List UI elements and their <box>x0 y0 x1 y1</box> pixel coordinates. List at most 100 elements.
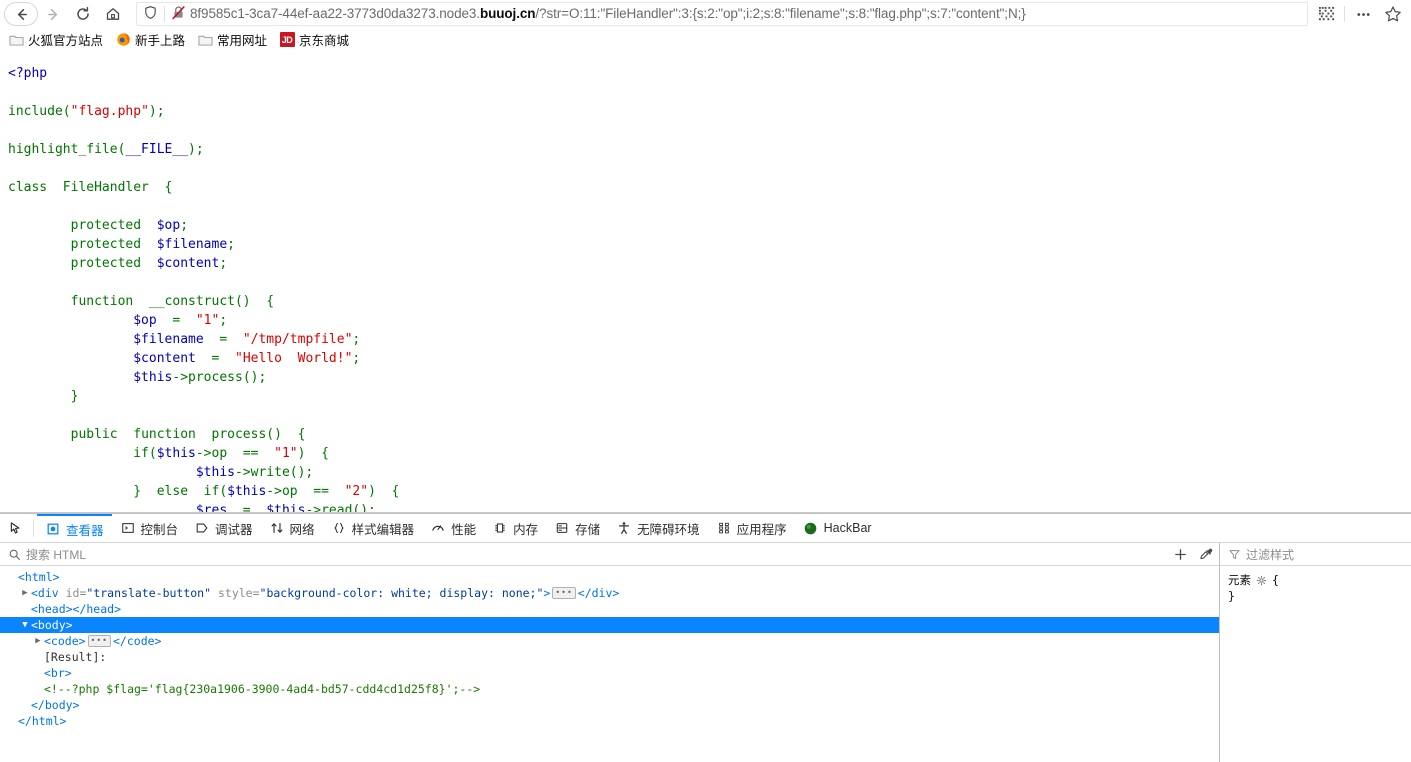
markup-tag: </body> <box>31 698 80 712</box>
address-bar-icons <box>137 5 190 23</box>
memory-icon <box>492 520 508 536</box>
code-token: __FILE__ <box>125 142 189 157</box>
search-placeholder: 搜索 HTML <box>26 547 87 562</box>
code-line: if($this->op == "1") { <box>8 444 1411 463</box>
collapsed-children-ellipsis[interactable]: ••• <box>87 635 111 647</box>
element-picker-icon[interactable] <box>2 515 30 541</box>
bookmark-item-1[interactable]: 新手上路 <box>113 30 191 50</box>
code-token: $res <box>195 503 228 513</box>
markup-tag: <body> <box>31 618 73 632</box>
tab-hackbar[interactable]: HackBar <box>795 514 880 542</box>
collapsed-children-ellipsis[interactable]: ••• <box>552 587 576 599</box>
insecure-lock-icon[interactable] <box>171 5 186 23</box>
tab-label: 样式编辑器 <box>351 522 415 537</box>
shield-icon[interactable] <box>143 5 158 23</box>
markup-row[interactable]: <head></head> <box>0 601 1219 617</box>
markup-row[interactable]: ▶ <code> ••• </code> <box>0 633 1219 649</box>
eyedropper-icon[interactable] <box>1193 543 1219 565</box>
gear-icon[interactable] <box>1256 575 1267 586</box>
php-source-listing: <?php include("flag.php"); highlight_fil… <box>0 56 1411 513</box>
markup-row[interactable]: <html> <box>0 569 1219 585</box>
tab-console[interactable]: 控制台 <box>112 514 187 542</box>
markup-row[interactable]: ▶ <div id= "translate-button" style= "backg… <box>0 585 1219 601</box>
code-token: ->write(); <box>234 465 314 480</box>
filter-icon <box>1228 548 1241 561</box>
tab-memory[interactable]: 内存 <box>484 514 546 542</box>
code-token: $filename <box>156 237 228 252</box>
markup-tag: </html> <box>18 714 67 728</box>
inspector-pane: 搜索 HTML <html> ▶ <div id= "translate-button… <box>0 543 1220 762</box>
code-token: <?php <box>8 66 48 81</box>
code-token: ; <box>180 218 189 233</box>
bookmark-label: 京东商城 <box>299 34 350 48</box>
storage-icon <box>554 520 570 536</box>
tab-debugger[interactable]: 调试器 <box>186 514 261 542</box>
code-token: "flag.php" <box>70 104 149 119</box>
code-token: ->op == <box>266 484 345 499</box>
bookmark-label: 火狐官方站点 <box>28 34 104 48</box>
markup-row[interactable]: </html> <box>0 713 1219 729</box>
bookmark-item-2[interactable]: 常用网址 <box>195 30 273 50</box>
markup-end-tag: </div> <box>577 586 620 600</box>
bookmarks-bar: 火狐官方站点 新手上路 常用网址 JD 京东商城 <box>0 28 1411 52</box>
rule-brace-close: } <box>1228 589 1235 603</box>
forward-button[interactable] <box>38 1 68 27</box>
tab-inspector[interactable]: 查看器 <box>37 514 112 542</box>
tab-label: 存储 <box>575 522 601 537</box>
rule-brace-open: { <box>1272 573 1279 587</box>
element-rule-label: 元素 <box>1228 573 1251 587</box>
tab-performance[interactable]: 性能 <box>422 514 484 542</box>
code-token: ; <box>219 313 228 328</box>
url-prefix: 8f9585c1-3ca7-44ef-aa22-3773d0da3273.nod… <box>190 6 480 21</box>
bookmark-star-icon[interactable] <box>1379 2 1407 26</box>
markup-row[interactable]: [Result]: <box>0 649 1219 665</box>
style-filter-input[interactable]: 过滤样式 <box>1220 543 1411 566</box>
code-line: public function process() { <box>8 425 1411 444</box>
reload-button[interactable] <box>68 1 98 27</box>
home-button[interactable] <box>98 1 128 27</box>
code-line: function __construct() { <box>8 292 1411 311</box>
markup-row[interactable]: <br> <box>0 665 1219 681</box>
code-token: ; <box>219 256 228 271</box>
dom-markup-tree[interactable]: <html> ▶ <div id= "translate-button" style=… <box>0 566 1219 762</box>
tab-label: 应用程序 <box>736 522 787 537</box>
back-button[interactable] <box>4 2 38 26</box>
expand-twisty-icon[interactable]: ▶ <box>19 585 31 601</box>
expand-twisty-icon[interactable]: ▼ <box>19 617 31 633</box>
app-menu-icon[interactable] <box>1349 2 1377 26</box>
markup-row[interactable]: ▼ <body> <box>0 617 1219 633</box>
tab-network[interactable]: 网络 <box>261 514 323 542</box>
bookmark-label: 常用网址 <box>217 34 268 48</box>
style-editor-icon <box>331 520 347 536</box>
expand-twisty-icon[interactable]: ▶ <box>32 633 44 649</box>
toolbar-divider <box>1344 6 1345 22</box>
code-line: $filename = "/tmp/tmpfile"; <box>8 330 1411 349</box>
qr-code-icon[interactable] <box>1312 2 1340 26</box>
markup-tag: <br> <box>44 666 72 680</box>
bookmark-item-0[interactable]: 火狐官方站点 <box>6 30 109 50</box>
code-token: ; <box>352 332 361 347</box>
code-token: public function process() { <box>70 427 306 442</box>
address-bar[interactable]: 8f9585c1-3ca7-44ef-aa22-3773d0da3273.nod… <box>136 2 1308 26</box>
bookmark-item-3[interactable]: JD 京东商城 <box>277 30 355 50</box>
search-input[interactable]: 搜索 HTML <box>0 546 1167 563</box>
address-bar-divider <box>164 6 165 22</box>
address-bar-url[interactable]: 8f9585c1-3ca7-44ef-aa22-3773d0da3273.nod… <box>190 3 1307 25</box>
search-icon <box>8 548 21 561</box>
devtools-tabbar: 查看器 控制台 调试器 网络 样式编辑器 性能 内存 存储 无障碍环境 应用程序… <box>0 514 1411 543</box>
markup-tag: <head></head> <box>31 602 122 616</box>
code-token: protected <box>70 256 157 271</box>
add-node-icon[interactable] <box>1167 543 1193 565</box>
tab-storage[interactable]: 存储 <box>546 514 608 542</box>
markup-row[interactable]: <!--?php $flag='flag{230a1906-3900-4ad4-… <box>0 681 1219 697</box>
tab-style-editor[interactable]: 样式编辑器 <box>323 514 423 542</box>
devtools-body: 搜索 HTML <html> ▶ <div id= "translate-button… <box>0 543 1411 762</box>
element-rule-header: 元素 { <box>1228 572 1411 588</box>
code-token: ) <box>188 142 196 157</box>
tab-accessibility[interactable]: 无障碍环境 <box>608 514 708 542</box>
code-token: $this <box>266 503 306 513</box>
console-icon <box>120 520 136 536</box>
markup-row[interactable]: </body> <box>0 697 1219 713</box>
tab-application[interactable]: 应用程序 <box>708 514 795 542</box>
code-token: $this <box>227 484 267 499</box>
